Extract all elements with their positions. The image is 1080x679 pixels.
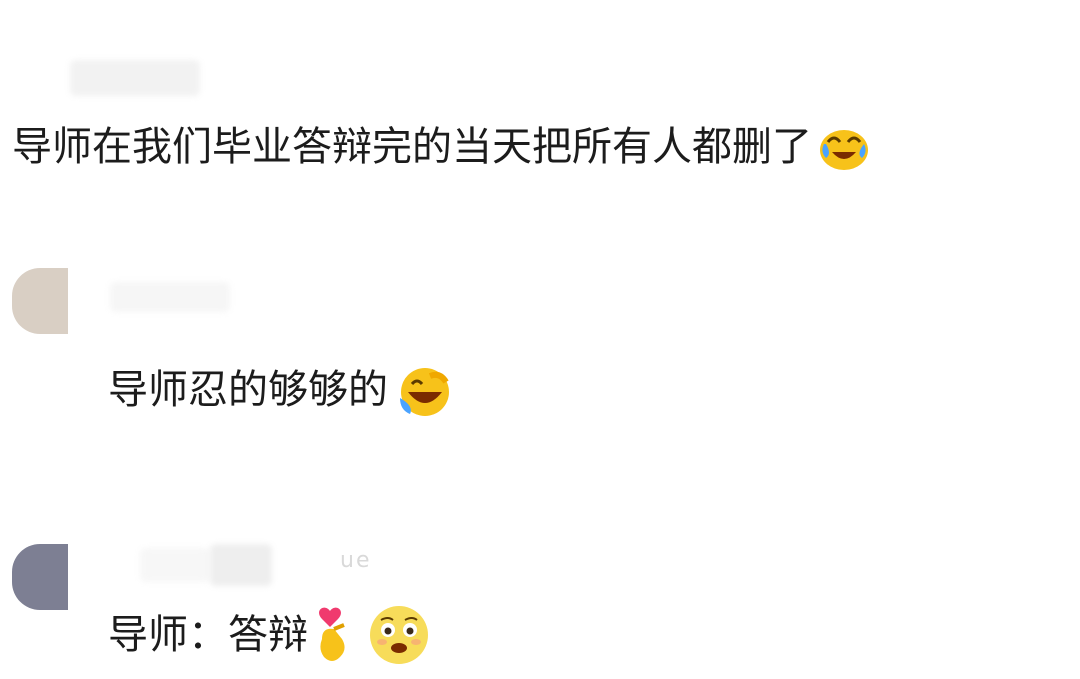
avatar-2[interactable]	[12, 544, 68, 610]
crying-laughing-emoji-icon	[818, 122, 870, 172]
comment-1-text: 导师在我们毕业答辩完的当天把所有人都删了	[12, 124, 812, 170]
finger-heart-emoji-icon	[314, 605, 356, 665]
username-placeholder-4	[210, 544, 272, 586]
comment-3-text: 导师：答辩	[108, 612, 308, 658]
avatar-1[interactable]	[12, 268, 68, 334]
comment-2-text: 导师忍的够够的	[108, 367, 388, 413]
username-placeholder-2	[110, 282, 230, 312]
comment-2: 导师忍的够够的	[108, 362, 456, 418]
comment-1: 导师在我们毕业答辩完的当天把所有人都删了	[12, 122, 870, 172]
username-placeholder-3	[140, 548, 210, 582]
username-placeholder-1	[70, 60, 200, 96]
username-fragment: ue	[340, 548, 372, 573]
comment-3: 导师：答辩	[108, 604, 430, 666]
pleading-face-emoji-icon	[368, 604, 430, 666]
rolling-laughing-emoji-icon	[394, 362, 456, 418]
